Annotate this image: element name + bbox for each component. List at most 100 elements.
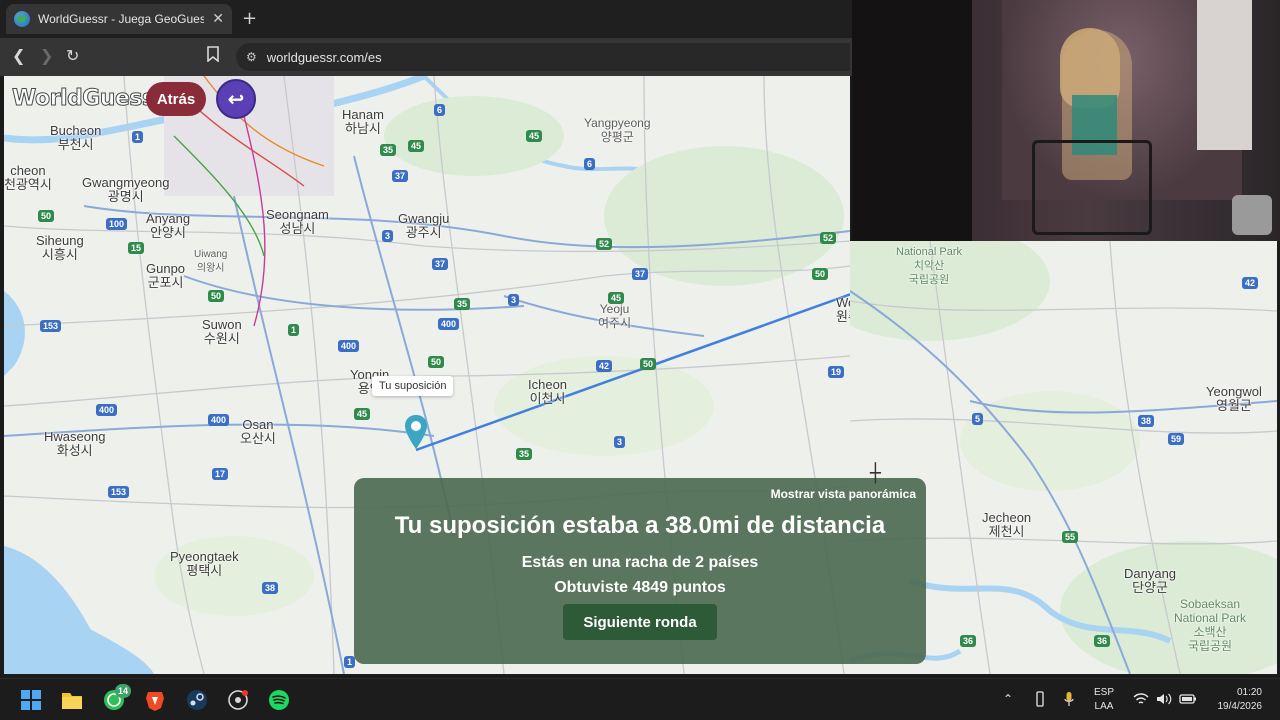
streak-text: Estás en una racha de 2 países	[521, 554, 759, 571]
route-shield: 50	[38, 210, 55, 222]
tab-bar: WorldGuessr - Juega GeoGuessr ✕ +	[0, 0, 852, 38]
map-label-yeoju: Yeoju 여주시	[598, 302, 632, 330]
address-bar[interactable]: ⚙ worldguessr.com/es	[236, 43, 850, 71]
route-shield: 100	[106, 218, 128, 230]
route-shield: 6	[584, 158, 596, 170]
windows-start-icon[interactable]	[20, 689, 42, 711]
route-shield: 45	[408, 140, 425, 152]
points-text: Obtuviste 4849 puntos	[554, 579, 726, 596]
route-shield: 5	[972, 413, 984, 425]
cursor-crosshair-icon: ┼	[870, 463, 881, 484]
microphone-icon[interactable]	[1063, 691, 1075, 707]
file-explorer-icon[interactable]	[61, 689, 83, 711]
wifi-icon[interactable]	[1133, 692, 1149, 706]
bookmark-icon[interactable]	[206, 46, 220, 66]
route-shield: 3	[508, 294, 520, 306]
return-arrow-icon[interactable]: ↩	[216, 79, 256, 119]
route-shield: 38	[1138, 415, 1155, 427]
back-arrow-icon[interactable]: ❮	[12, 46, 25, 65]
url-text: worldguessr.com/es	[266, 49, 382, 65]
clock-time: 01:20	[1236, 687, 1262, 698]
map-label-national-park: National Park 치악산 국립공원	[896, 246, 963, 286]
worldguessr-logo[interactable]: WorldGuessr	[12, 86, 166, 112]
tab-worldguessr[interactable]: WorldGuessr - Juega GeoGuessr ✕	[6, 4, 232, 34]
route-shield: 35	[380, 144, 397, 156]
map-label-gwangju: Gwangju 광주시	[398, 211, 450, 240]
webcam-foreground-person	[852, 0, 972, 241]
map-label-hanam: Hanam 하남시	[342, 107, 384, 136]
map-label-gunpo: Gunpo 군포시	[146, 261, 186, 290]
browser-toolbar: ❮ ❯ ↻ ⚙ worldguessr.com/es	[0, 38, 852, 76]
app-icon[interactable]	[227, 689, 249, 711]
route-shield: 153	[108, 486, 130, 498]
new-tab-button[interactable]: +	[242, 8, 257, 29]
map-label-bucheon: Bucheon 부천시	[50, 123, 102, 152]
route-shield: 1	[288, 324, 300, 336]
route-shield: 52	[596, 238, 613, 250]
show-panorama-link[interactable]: Mostrar vista panorámica	[771, 487, 916, 501]
steam-icon[interactable]	[186, 689, 208, 711]
route-shield: 35	[516, 448, 533, 460]
route-shield: 1	[344, 656, 356, 668]
map-label-osan: Osan 오산시	[240, 417, 276, 446]
keyboard-layout: LAA	[1094, 701, 1114, 712]
close-tab-icon[interactable]: ✕	[212, 11, 224, 27]
route-shield: 400	[438, 318, 460, 330]
route-shield: 400	[338, 340, 360, 352]
webcam-overlay	[852, 0, 1280, 241]
route-shield: 45	[608, 292, 625, 304]
windows-taskbar	[0, 678, 1280, 720]
route-shield: 50	[428, 356, 445, 368]
map-label-yangpyeong: Yangpyeong 양평군	[584, 116, 651, 144]
route-shield: 35	[454, 298, 471, 310]
map-label-siheung: Siheung 시흥시	[36, 233, 84, 262]
distance-heading: Tu suposición estaba a 38.0mi de distanc…	[394, 512, 886, 539]
route-shield: 37	[392, 170, 409, 182]
route-shield: 55	[1062, 531, 1079, 543]
site-settings-icon[interactable]: ⚙	[246, 50, 257, 64]
usb-device-icon[interactable]	[1034, 691, 1046, 707]
system-clock[interactable]: 01:20 19/4/2026	[1208, 686, 1263, 714]
map-label-suwon: Suwon 수원시	[202, 317, 242, 346]
route-shield: 38	[262, 582, 279, 594]
map-label-jecheon: Jecheon 제천시	[982, 510, 1032, 539]
route-shield: 50	[640, 358, 657, 370]
map-label-wonju: Wonju원주시	[836, 295, 850, 324]
show-hidden-icons-icon[interactable]: ⌃	[1003, 692, 1013, 706]
route-shield: 42	[1242, 277, 1259, 289]
tab-title: WorldGuessr - Juega GeoGuessr	[38, 12, 205, 26]
volume-icon[interactable]	[1156, 692, 1172, 706]
route-shield: 3	[382, 230, 394, 242]
guess-pin-icon[interactable]	[404, 414, 428, 450]
language-indicator[interactable]: ESP LAA	[1094, 686, 1114, 714]
route-shield: 50	[812, 268, 829, 280]
route-shield: 15	[128, 242, 145, 254]
route-shield: 19	[828, 366, 845, 378]
map-label-gwangmyeong: Gwangmyeong 광명시	[82, 175, 170, 204]
forward-arrow-icon[interactable]: ❯	[40, 46, 53, 65]
webcam-curtain	[1197, 0, 1252, 150]
map-label-pyeongtaek: Pyeongtaek 평택시	[170, 549, 239, 578]
route-shield: 37	[432, 258, 449, 270]
webcam-mug	[1232, 195, 1272, 235]
brave-browser-icon[interactable]	[144, 689, 166, 711]
back-button[interactable]: Atrás	[146, 82, 206, 116]
route-shield: 153	[40, 320, 62, 332]
map-label-incheon: cheon 천광역시	[4, 163, 52, 192]
next-round-button[interactable]: Siguiente ronda	[563, 604, 717, 640]
spotify-icon[interactable]	[268, 689, 290, 711]
map-label-yeongwol: Yeongwol 영월군	[1206, 384, 1262, 413]
map-label-hwaseong: Hwaseong 화성시	[44, 429, 106, 458]
map-label-seongnam: Seongnam 성남시	[266, 207, 329, 236]
battery-icon[interactable]	[1179, 692, 1197, 706]
route-shield: 50	[208, 290, 225, 302]
map-label-uiwang: Uiwang 의왕시	[194, 249, 228, 274]
globe-icon	[14, 11, 30, 27]
route-shield: 400	[96, 404, 118, 416]
route-shield: 42	[596, 360, 613, 372]
map-label-icheon: Icheon 이천시	[528, 377, 568, 406]
route-shield: 1	[132, 131, 144, 143]
route-shield: 400	[208, 414, 230, 426]
map-label-sobaeksan: Sobaeksan National Park 소백산 국립공원	[1174, 597, 1247, 653]
reload-icon[interactable]: ↻	[66, 46, 79, 65]
